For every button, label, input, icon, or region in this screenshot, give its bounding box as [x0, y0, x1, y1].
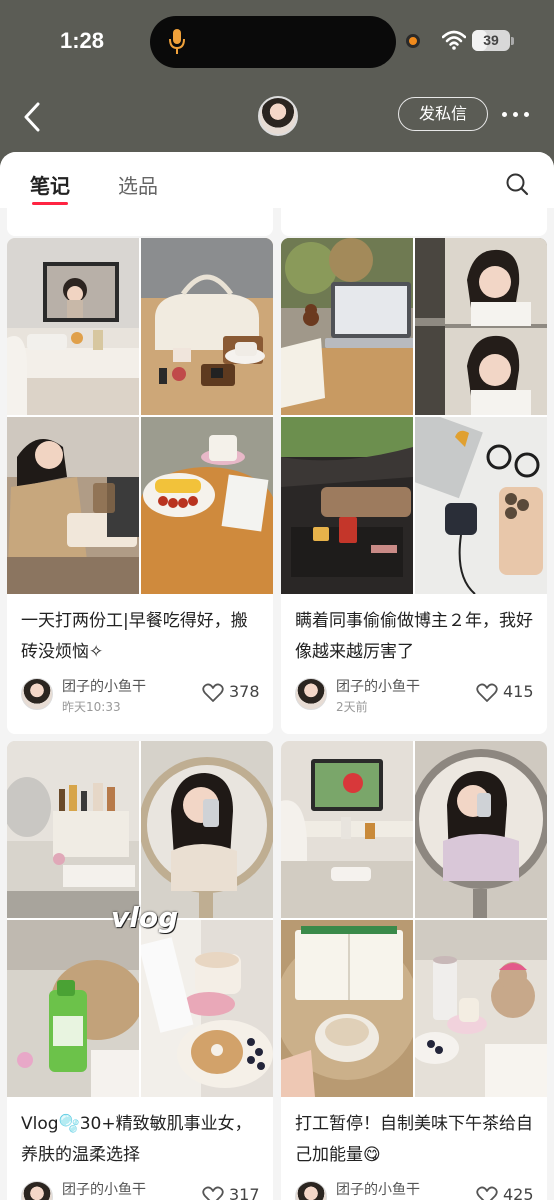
- note-card[interactable]: 一天打两份工|早餐吃得好，搬砖没烦恼✧ 团子的小鱼干 昨天10:33 378: [7, 238, 273, 734]
- card-stub: [7, 208, 273, 236]
- author-avatar[interactable]: [295, 1181, 327, 1200]
- cover-photo: [141, 741, 273, 918]
- note-title: Vlog🫧30+精致敏肌事业女，养肤的温柔选择: [21, 1114, 252, 1165]
- tab-notes[interactable]: 笔记: [30, 170, 70, 199]
- note-card[interactable]: 打工暂停！自制美味下午茶给自己加能量😋 团子的小鱼干 425: [281, 741, 547, 1200]
- chevron-left-icon[interactable]: [20, 100, 44, 134]
- avatar[interactable]: [258, 96, 298, 136]
- note-title: 打工暂停！自制美味下午茶给自己加能量😋: [295, 1114, 533, 1165]
- note-cover-image: vlog: [7, 741, 273, 1097]
- author-avatar[interactable]: [21, 678, 53, 710]
- author-name[interactable]: 团子的小鱼干: [336, 676, 420, 696]
- tab-bar: 笔记 选品: [0, 152, 554, 208]
- like-count: 425: [503, 1185, 534, 1200]
- cover-photo: [7, 238, 139, 415]
- send-message-button[interactable]: 发私信: [398, 97, 488, 131]
- heart-icon[interactable]: [476, 683, 498, 703]
- author-avatar[interactable]: [295, 678, 327, 710]
- author-avatar[interactable]: [21, 1181, 53, 1200]
- note-cover-image: [281, 238, 547, 594]
- dynamic-island: [150, 16, 396, 68]
- note-title: 瞒着同事偷偷做博主２年，我好像越来越厉害了: [295, 611, 533, 662]
- vlog-overlay-text: vlog: [111, 901, 179, 934]
- cover-photo: [415, 238, 547, 415]
- status-time: 1:28: [60, 28, 105, 53]
- cover-photo: [7, 741, 139, 918]
- cover-photo: [281, 920, 413, 1097]
- tab-products[interactable]: 选品: [118, 170, 158, 199]
- heart-icon[interactable]: [476, 1186, 498, 1200]
- cover-photo: [7, 920, 139, 1097]
- cover-photo: [281, 741, 413, 918]
- cover-photo: [415, 920, 547, 1097]
- heart-icon[interactable]: [202, 1186, 224, 1200]
- cover-photo: [415, 741, 547, 918]
- note-cover-image: [7, 238, 273, 594]
- content-sheet: 笔记 选品 一天打两份工|早餐吃得好，搬砖没烦恼✧ 团子的小鱼干 昨天10:33…: [0, 152, 554, 1200]
- battery-icon: 39: [472, 30, 510, 51]
- search-icon[interactable]: [505, 172, 529, 196]
- like-count: 317: [229, 1185, 260, 1200]
- tab-active-indicator: [32, 202, 68, 205]
- author-name[interactable]: 团子的小鱼干: [336, 1179, 420, 1199]
- battery-percent: 39: [483, 32, 499, 48]
- cover-photo: [141, 238, 273, 415]
- status-bar: 1:28 39: [0, 0, 554, 84]
- card-stub: [281, 208, 547, 236]
- author-name[interactable]: 团子的小鱼干: [62, 676, 146, 696]
- cover-photo: [141, 920, 273, 1097]
- note-cover-image: [281, 741, 547, 1097]
- post-time: 昨天10:33: [62, 700, 121, 714]
- cover-photo: [415, 417, 547, 594]
- like-count: 378: [229, 682, 260, 701]
- like-count: 415: [503, 682, 534, 701]
- note-card[interactable]: vlog Vlog🫧30+精致敏肌事业女，养肤的温柔选择 团子的小鱼干 317: [7, 741, 273, 1200]
- wifi-icon: [442, 30, 466, 50]
- cover-photo: [7, 417, 139, 594]
- microphone-icon: [169, 29, 185, 54]
- cover-photo: [141, 417, 273, 594]
- more-dots-icon[interactable]: [502, 112, 530, 118]
- post-time: 2天前: [336, 700, 368, 714]
- heart-icon[interactable]: [202, 683, 224, 703]
- battery-nub: [511, 37, 514, 45]
- cover-photo: [281, 238, 413, 415]
- cover-photo: [281, 417, 413, 594]
- note-title: 一天打两份工|早餐吃得好，搬砖没烦恼✧: [21, 611, 248, 662]
- note-card[interactable]: 瞒着同事偷偷做博主２年，我好像越来越厉害了 团子的小鱼干 2天前 415: [281, 238, 547, 734]
- author-name[interactable]: 团子的小鱼干: [62, 1179, 146, 1199]
- recording-indicator: [406, 34, 420, 48]
- profile-header: 发私信: [0, 84, 554, 152]
